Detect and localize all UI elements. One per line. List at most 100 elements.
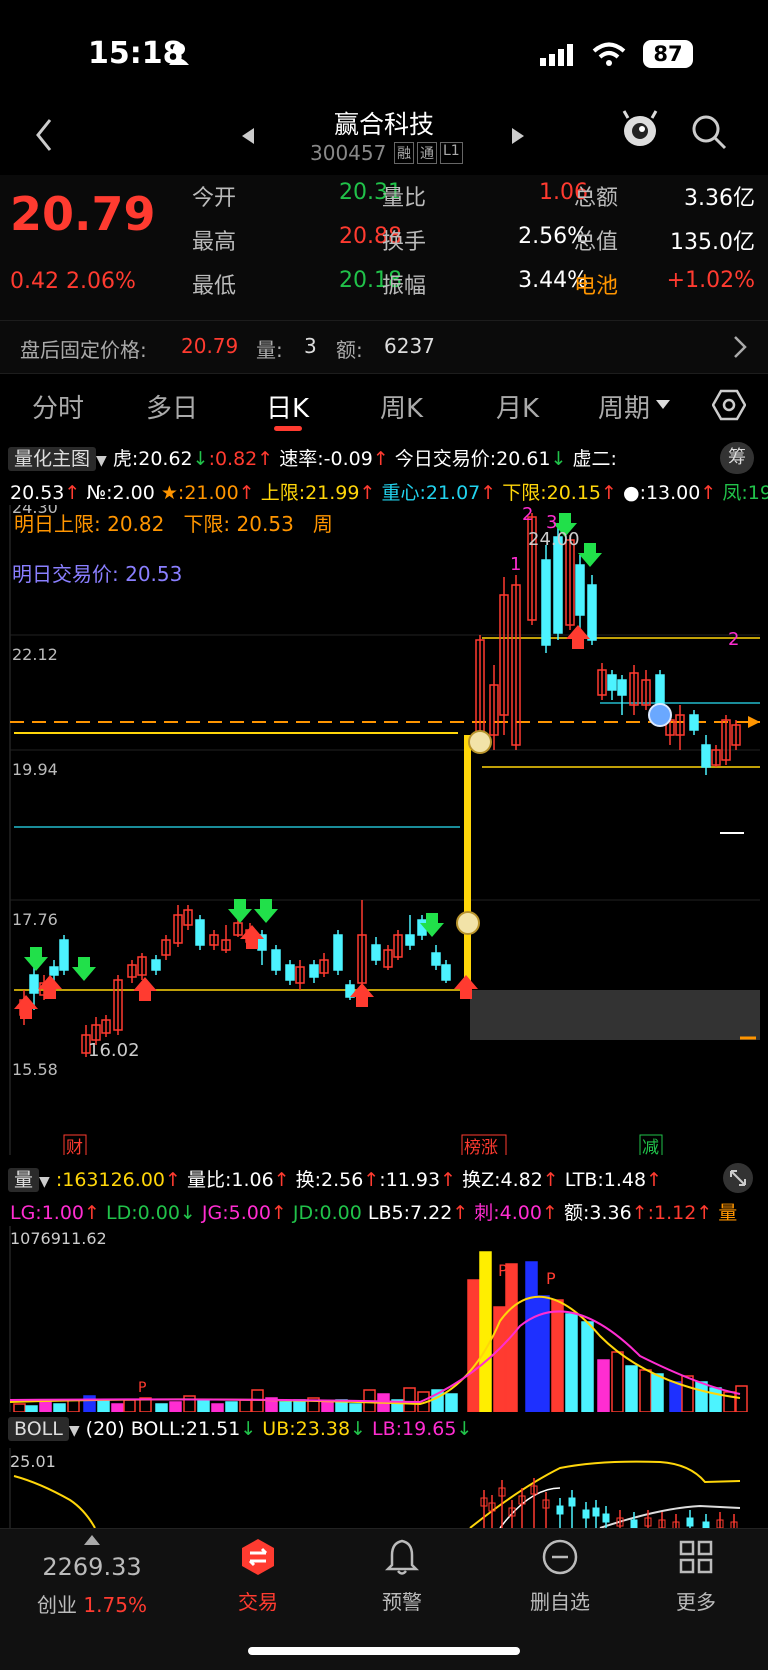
boll-chart[interactable] bbox=[0, 1448, 768, 1528]
candle-body bbox=[49, 966, 59, 976]
tab-fenshi[interactable]: 分时 bbox=[32, 388, 84, 425]
vol-v4: :11.93 bbox=[379, 1169, 441, 1191]
volume-bar bbox=[279, 1401, 292, 1412]
candle-body bbox=[405, 934, 415, 946]
up-arrow-icon: ↑ bbox=[700, 482, 717, 504]
down-arrow-icon: ↓ bbox=[456, 1418, 473, 1440]
sell-arrow bbox=[578, 543, 602, 567]
grid-icon bbox=[679, 1540, 713, 1574]
after-hours-amt-label: 额: bbox=[336, 338, 363, 362]
up-arrow-icon: ↑ bbox=[372, 448, 389, 470]
search-icon[interactable] bbox=[690, 113, 728, 151]
volume-bar bbox=[551, 1299, 564, 1412]
volume-chart[interactable]: 1076911.62 P P P bbox=[0, 1226, 768, 1412]
vol-lb5: LB5:7.22 bbox=[367, 1202, 453, 1224]
status-bar: 15:18 87 bbox=[0, 0, 768, 110]
indicator-row-2: 20.53↑ №:2.00 ★:21.00↑ 上限:21.99↑ 重心:21.0… bbox=[10, 478, 768, 505]
after-hours-bar[interactable]: 盘后固定价格: 20.79 量: 3 额: 6237 bbox=[0, 320, 768, 374]
sell-arrow bbox=[72, 957, 96, 981]
candle-body bbox=[29, 974, 39, 994]
after-hours-label: 盘后固定价格: bbox=[20, 338, 147, 362]
ind-dot-value: ●:13.00 bbox=[622, 482, 701, 504]
up-arrow-icon: ↑ bbox=[238, 482, 255, 504]
candlestick-chart[interactable]: 24.3022.1219.9417.7615.5812 3224.0016.02财… bbox=[0, 505, 768, 1155]
up-arrow-icon: ↑ bbox=[84, 1202, 100, 1224]
tab-trade[interactable]: 交易 bbox=[208, 1537, 308, 1615]
tab-remove-watchlist[interactable]: 删自选 bbox=[500, 1537, 620, 1615]
expand-icon[interactable] bbox=[722, 1162, 754, 1194]
volume-bar bbox=[625, 1365, 638, 1412]
vol-p-mark: P bbox=[546, 1269, 556, 1288]
signal-icon bbox=[540, 44, 573, 66]
chip-zone bbox=[470, 990, 760, 1040]
up-arrow-icon: ↑ bbox=[480, 482, 497, 504]
globe-icon bbox=[648, 703, 672, 727]
buy-arrow bbox=[133, 977, 157, 1001]
boll-selector[interactable]: BOLL bbox=[8, 1417, 69, 1441]
vol-ld: LD:0.00 bbox=[105, 1202, 180, 1224]
volume-bar bbox=[111, 1403, 124, 1412]
quote-panel: 20.79 0.42 2.06% 今开 20.31 量比 1.06 总额 3.36亿 最高 2… bbox=[0, 175, 768, 320]
volume-bar bbox=[349, 1403, 362, 1412]
mascot-icon[interactable] bbox=[620, 109, 660, 153]
up-arrow-icon: ↑ bbox=[646, 1169, 663, 1191]
candle-body bbox=[285, 964, 295, 981]
boll-candle bbox=[630, 1519, 638, 1528]
ind-lower-limit: 下限:20.15 bbox=[502, 482, 602, 504]
up-arrow-icon: ↑ bbox=[359, 482, 376, 504]
up-arrow-icon: ↑ bbox=[257, 448, 274, 470]
volume-indicator-row-2: LG:1.00↑ LD:0.00↓ JG:5.00↑ JD:0.00 LB5:7… bbox=[10, 1198, 737, 1225]
badge-l1: L1 bbox=[440, 142, 463, 164]
volume-indicator-row-1: 量 ▼ :163126.00↑ 量比:1.06↑ 换:2.56↑:11.93↑ 换… bbox=[8, 1165, 662, 1192]
index-value[interactable]: 2269.33 bbox=[20, 1553, 164, 1581]
volume-bar bbox=[197, 1399, 210, 1412]
event-tag: 榜涨 bbox=[464, 1138, 498, 1155]
volume-bar bbox=[669, 1381, 682, 1412]
last-price: 20.79 bbox=[10, 187, 156, 241]
tab-duori[interactable]: 多日 bbox=[146, 388, 198, 425]
wave-mark: 2 bbox=[522, 505, 533, 525]
volume-bar bbox=[403, 1387, 416, 1412]
volume-bar bbox=[735, 1385, 748, 1412]
stock-badges: 融 通 L1 bbox=[394, 142, 463, 164]
candle-body bbox=[371, 944, 381, 961]
after-hours-amt: 6237 bbox=[384, 334, 435, 358]
quote-label: 总值 bbox=[574, 230, 619, 255]
main-chart-selector[interactable]: 量化主图 bbox=[8, 447, 97, 471]
chip-button[interactable]: 筹 bbox=[720, 442, 754, 474]
tab-zhouqi[interactable]: 周期 bbox=[598, 388, 650, 425]
tomorrow-trade-price: 明日交易价: 20.53 bbox=[12, 562, 183, 586]
down-arrow-icon: ↓ bbox=[192, 448, 209, 470]
tomorrow-upper-limit: 明日上限: 20.82 下限: 20.53 周 bbox=[14, 512, 333, 536]
boll-mid-line bbox=[599, 1504, 741, 1528]
caret-up-icon bbox=[84, 1535, 100, 1545]
limit-up-gap bbox=[464, 735, 471, 990]
volume-bar bbox=[239, 1399, 252, 1412]
volume-selector[interactable]: 量 bbox=[8, 1168, 40, 1192]
tab-yuek[interactable]: 月K bbox=[496, 388, 539, 425]
boll-ub: UB:23.38 bbox=[262, 1418, 351, 1440]
price-change-pct: 2.06% bbox=[66, 269, 136, 294]
index-label[interactable]: 创业 1.75% bbox=[20, 1589, 164, 1618]
after-hours-vol-label: 量: bbox=[256, 338, 283, 362]
nav-header: 赢合科技 300457 融 通 L1 bbox=[0, 95, 768, 175]
vol-p-mark: P bbox=[498, 1261, 508, 1280]
up-arrow-icon: ↑ bbox=[363, 1169, 380, 1191]
stock-code: 300457 bbox=[310, 141, 387, 165]
quote-label: 电池 bbox=[574, 274, 619, 299]
tab-alert[interactable]: 预警 bbox=[352, 1537, 452, 1615]
y-axis-label: 19.94 bbox=[12, 760, 58, 779]
tab-zhouk[interactable]: 周K bbox=[380, 388, 423, 425]
next-stock-icon[interactable] bbox=[512, 128, 524, 144]
vol-jg: JG:5.00 bbox=[201, 1202, 271, 1224]
price-change: 0.42 bbox=[10, 269, 59, 294]
settings-hex-icon[interactable] bbox=[712, 388, 746, 422]
tab-rik[interactable]: 日K bbox=[266, 388, 309, 425]
low-price-label: 16.02 bbox=[88, 1040, 140, 1061]
boll-ub-line bbox=[13, 1475, 96, 1528]
tab-more[interactable]: 更多 bbox=[646, 1537, 746, 1615]
wifi-icon bbox=[592, 42, 626, 66]
volume-bar bbox=[651, 1373, 664, 1412]
after-hours-price: 20.79 bbox=[181, 334, 239, 358]
up-arrow-icon: ↑ bbox=[165, 1169, 181, 1191]
